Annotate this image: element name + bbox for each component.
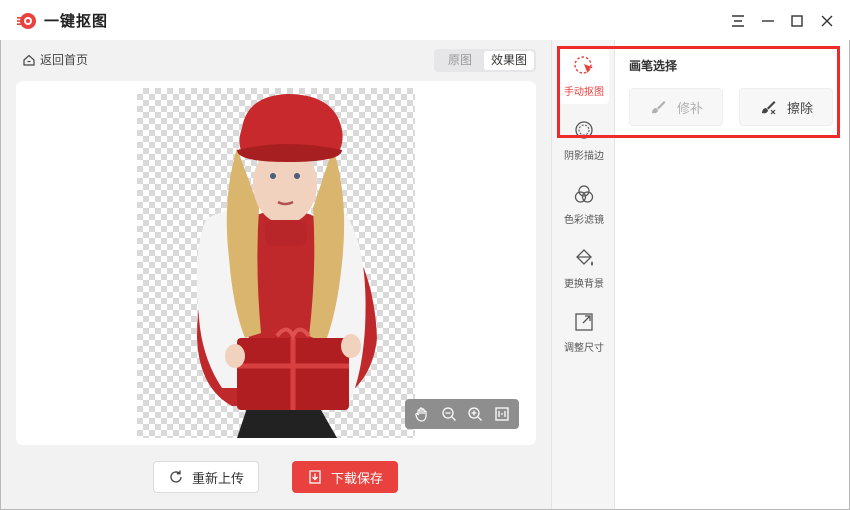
zoom-toolbar	[405, 399, 519, 429]
close-icon[interactable]	[816, 10, 838, 32]
refresh-icon	[170, 470, 182, 483]
color-filter-icon	[571, 182, 597, 206]
home-icon	[23, 54, 35, 66]
maximize-icon[interactable]	[786, 10, 808, 32]
back-home-label: 返回首页	[40, 53, 89, 67]
download-label: 下载保存	[330, 471, 383, 487]
toggle-result[interactable]: 效果图	[484, 51, 534, 70]
highlight-annotation	[557, 46, 840, 138]
download-button[interactable]: 下载保存	[292, 461, 398, 493]
reupload-label: 重新上传	[191, 471, 244, 487]
tool-label: 阴影描边	[564, 151, 604, 162]
tool-resize[interactable]: 调整尺寸	[559, 304, 609, 360]
toggle-original[interactable]: 原图	[438, 51, 482, 70]
hand-icon[interactable]	[412, 404, 432, 424]
zoom-out-icon[interactable]	[439, 404, 459, 424]
cutout-subject-image	[196, 94, 377, 438]
zoom-in-icon[interactable]	[465, 404, 485, 424]
view-toggle: 原图 效果图	[434, 49, 536, 72]
resize-icon	[571, 310, 597, 334]
tool-label: 调整尺寸	[564, 343, 604, 354]
app-title: 一键抠图	[44, 12, 109, 30]
tool-label: 色彩滤镜	[564, 215, 604, 226]
paint-bucket-icon	[571, 246, 597, 270]
app-logo-icon	[17, 13, 36, 29]
back-home-link[interactable]: 返回首页	[22, 51, 88, 68]
menu-icon[interactable]	[727, 10, 749, 32]
tool-color-filter[interactable]: 色彩滤镜	[559, 176, 609, 232]
minimize-icon[interactable]	[757, 10, 779, 32]
download-icon	[309, 470, 321, 484]
reupload-button[interactable]: 重新上传	[153, 461, 259, 493]
tool-change-background[interactable]: 更换背景	[559, 240, 609, 296]
fit-screen-icon[interactable]	[492, 404, 512, 424]
tool-label: 更换背景	[564, 279, 604, 290]
title-bar: 一键抠图	[0, 0, 850, 40]
